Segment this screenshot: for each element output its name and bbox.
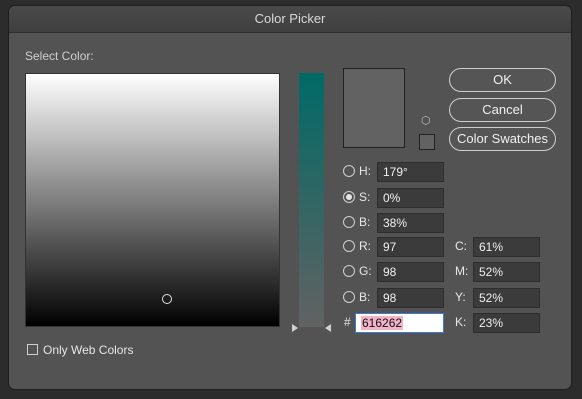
- ok-button[interactable]: OK: [449, 68, 556, 92]
- blue-radio[interactable]: [343, 291, 355, 303]
- hue-slider[interactable]: [299, 73, 324, 327]
- y-input[interactable]: 52%: [473, 288, 540, 308]
- g-radio[interactable]: [343, 265, 355, 277]
- r-radio[interactable]: [343, 240, 355, 252]
- color-preview: [343, 68, 405, 148]
- r-input[interactable]: 97: [377, 237, 444, 257]
- color-picker-window: Color Picker Select Color: ⬡ OK Cancel C…: [9, 6, 571, 389]
- hue-slider-left-arrow[interactable]: [292, 324, 298, 332]
- h-input[interactable]: 179°: [377, 162, 444, 182]
- b-input[interactable]: 38%: [377, 213, 444, 233]
- k-label: K:: [455, 315, 467, 329]
- h-label: H:: [359, 164, 371, 178]
- s-radio[interactable]: [343, 191, 355, 203]
- color-swatches-button[interactable]: Color Swatches: [449, 127, 556, 151]
- k-input[interactable]: 23%: [473, 313, 540, 333]
- m-label: M:: [455, 264, 469, 278]
- c-label: C:: [455, 239, 467, 253]
- cube-icon[interactable]: ⬡: [421, 116, 431, 127]
- y-label: Y:: [455, 290, 466, 304]
- m-input[interactable]: 52%: [473, 262, 540, 282]
- blue-label: B:: [359, 290, 371, 304]
- r-label: R:: [359, 239, 371, 253]
- h-radio[interactable]: [343, 165, 355, 177]
- g-label: G:: [359, 264, 372, 278]
- g-input[interactable]: 98: [377, 262, 444, 282]
- b-label: B:: [359, 215, 371, 229]
- only-web-colors-checkbox[interactable]: [27, 344, 38, 355]
- color-field-cursor[interactable]: [162, 294, 172, 304]
- window-title: Color Picker: [9, 6, 571, 33]
- b-radio[interactable]: [343, 216, 355, 228]
- select-color-label: Select Color:: [25, 49, 94, 63]
- only-web-colors-label: Only Web Colors: [43, 343, 134, 357]
- hex-value: 616262: [361, 316, 404, 330]
- c-input[interactable]: 61%: [473, 237, 540, 257]
- blue-input[interactable]: 98: [377, 288, 444, 308]
- color-field[interactable]: [25, 73, 280, 327]
- hex-input[interactable]: 616262: [355, 313, 444, 333]
- hex-label: #: [344, 315, 351, 329]
- s-label: S:: [359, 190, 371, 204]
- cancel-button[interactable]: Cancel: [449, 98, 556, 122]
- s-input[interactable]: 0%: [377, 188, 444, 208]
- hue-slider-right-arrow[interactable]: [325, 324, 331, 332]
- web-safe-swatch[interactable]: [419, 134, 435, 150]
